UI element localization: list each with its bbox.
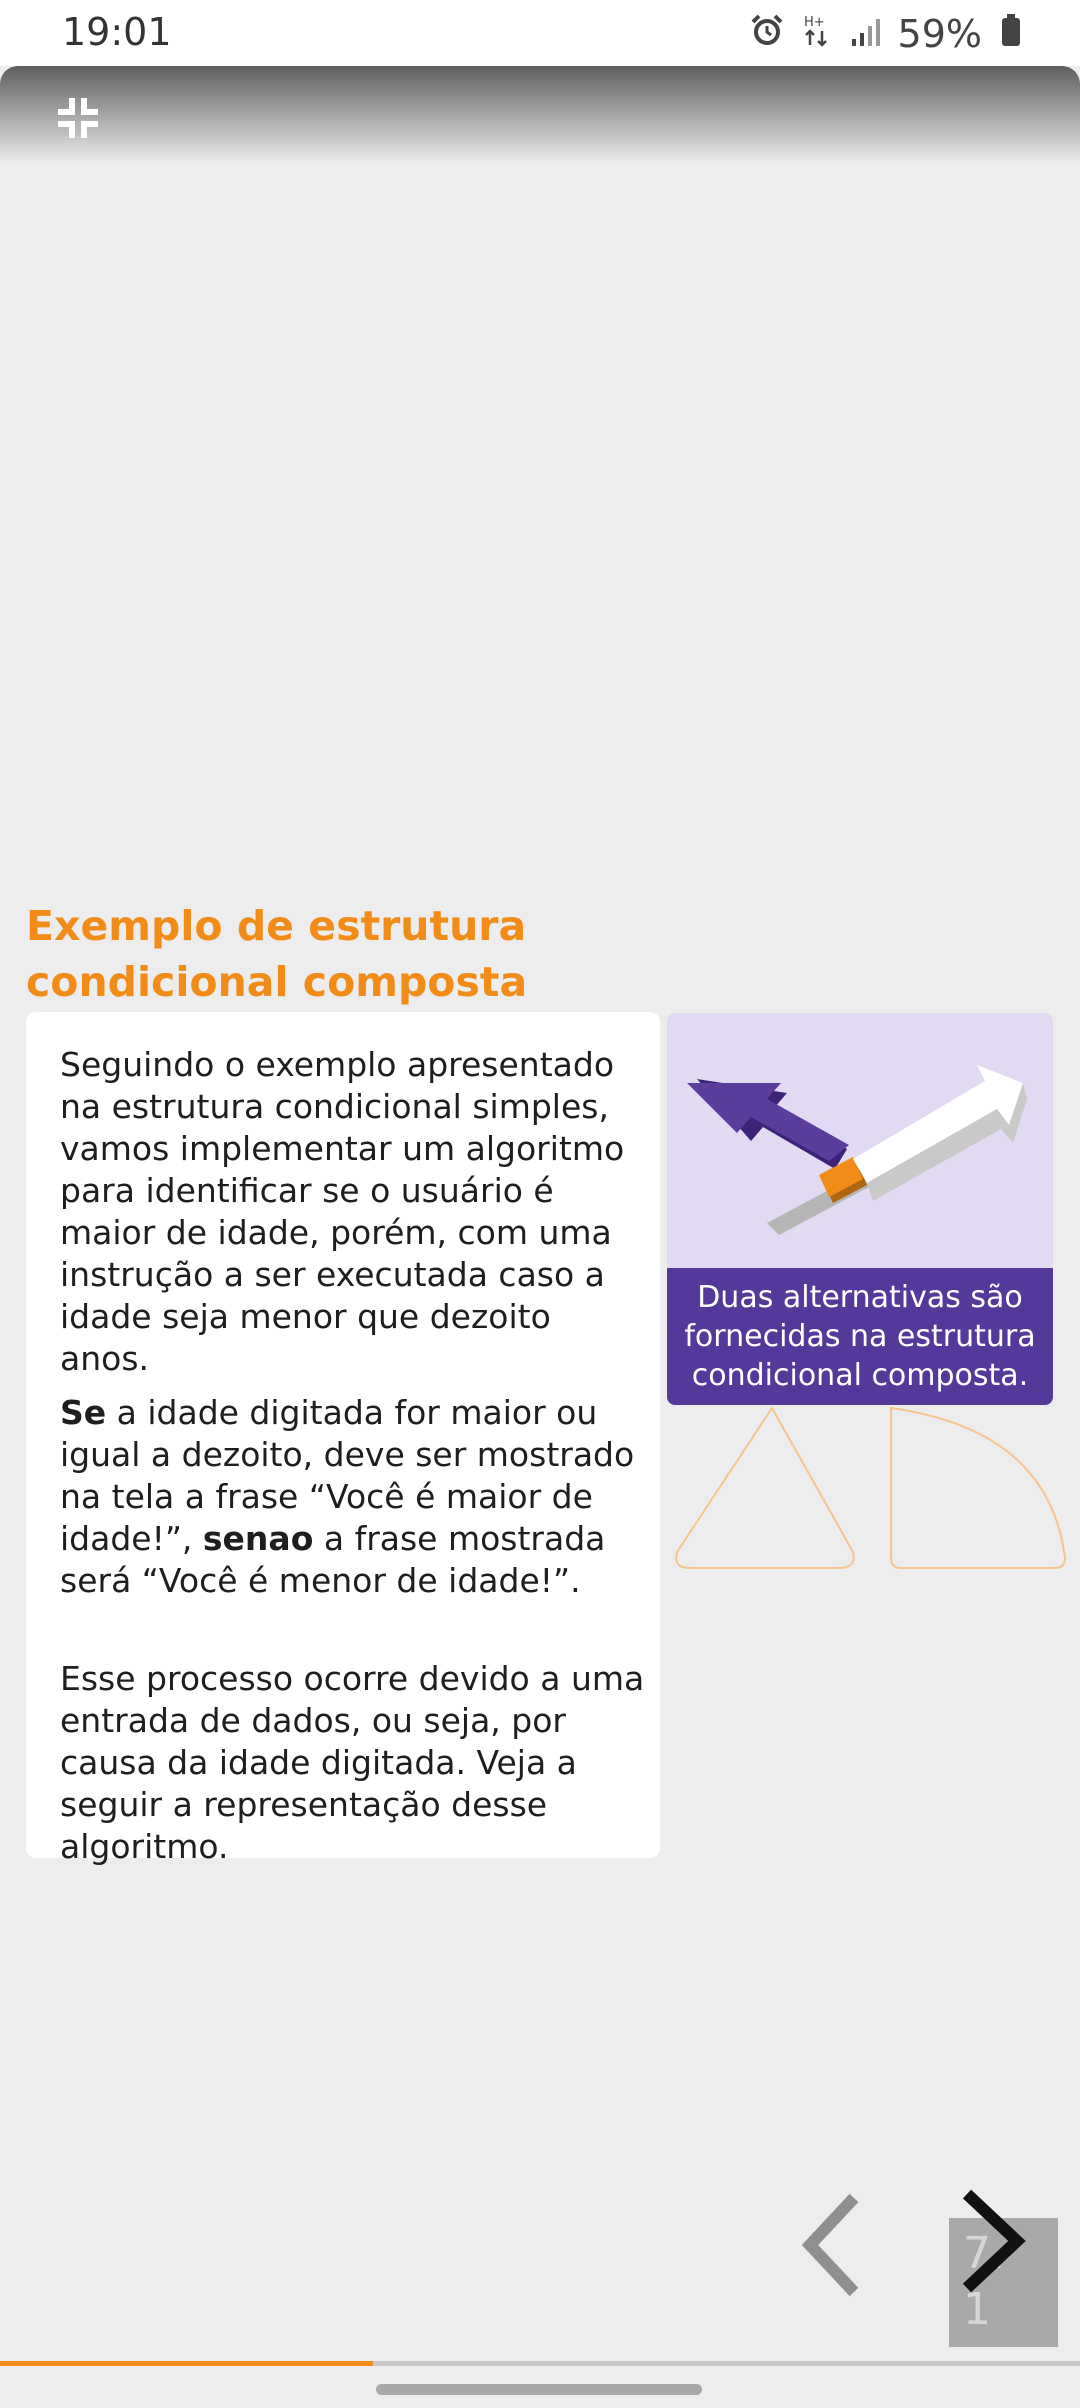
chevron-left-icon <box>801 2193 859 2297</box>
data-transfer-icon: H+ <box>802 12 832 56</box>
keyword-se: Se <box>60 1393 107 1432</box>
svg-text:H+: H+ <box>804 15 825 30</box>
battery-icon <box>1000 12 1022 56</box>
progress-fill <box>0 2361 373 2366</box>
home-indicator[interactable] <box>376 2384 702 2395</box>
text-card: Seguindo o exemplo apresentado na estrut… <box>26 1012 660 1866</box>
paragraph-intro: Seguindo o exemplo apresentado na estrut… <box>60 1045 625 1378</box>
battery-percent: 59% <box>897 12 982 56</box>
decorative-shapes <box>667 1400 1077 1580</box>
next-button[interactable] <box>955 2186 1035 2296</box>
paragraph-condition: Se a idade digitada for maior ou igual a… <box>60 1392 650 1602</box>
signal-icon <box>850 12 880 56</box>
collapse-fullscreen-icon[interactable] <box>56 96 100 140</box>
previous-button[interactable] <box>796 2190 866 2300</box>
section-title: Exemplo de estrutura condicional compost… <box>26 902 528 1006</box>
illustration <box>667 1013 1053 1269</box>
keyword-senao: senao <box>202 1519 314 1558</box>
top-toolbar <box>0 66 1080 164</box>
image-caption: Duas alternativas são fornecidas na estr… <box>667 1268 1053 1405</box>
chevron-right-icon <box>962 2189 1026 2293</box>
progress-bar <box>0 2361 1080 2366</box>
status-time: 19:01 <box>62 10 172 54</box>
paragraph-explanation: Esse processo ocorre devido a uma entrad… <box>60 1659 645 1866</box>
status-icons: H+ 59% <box>750 12 1022 56</box>
split-arrows-icon <box>687 1065 1027 1235</box>
alarm-icon <box>750 12 784 56</box>
status-bar: 19:01 H+ 59% <box>0 0 1080 66</box>
